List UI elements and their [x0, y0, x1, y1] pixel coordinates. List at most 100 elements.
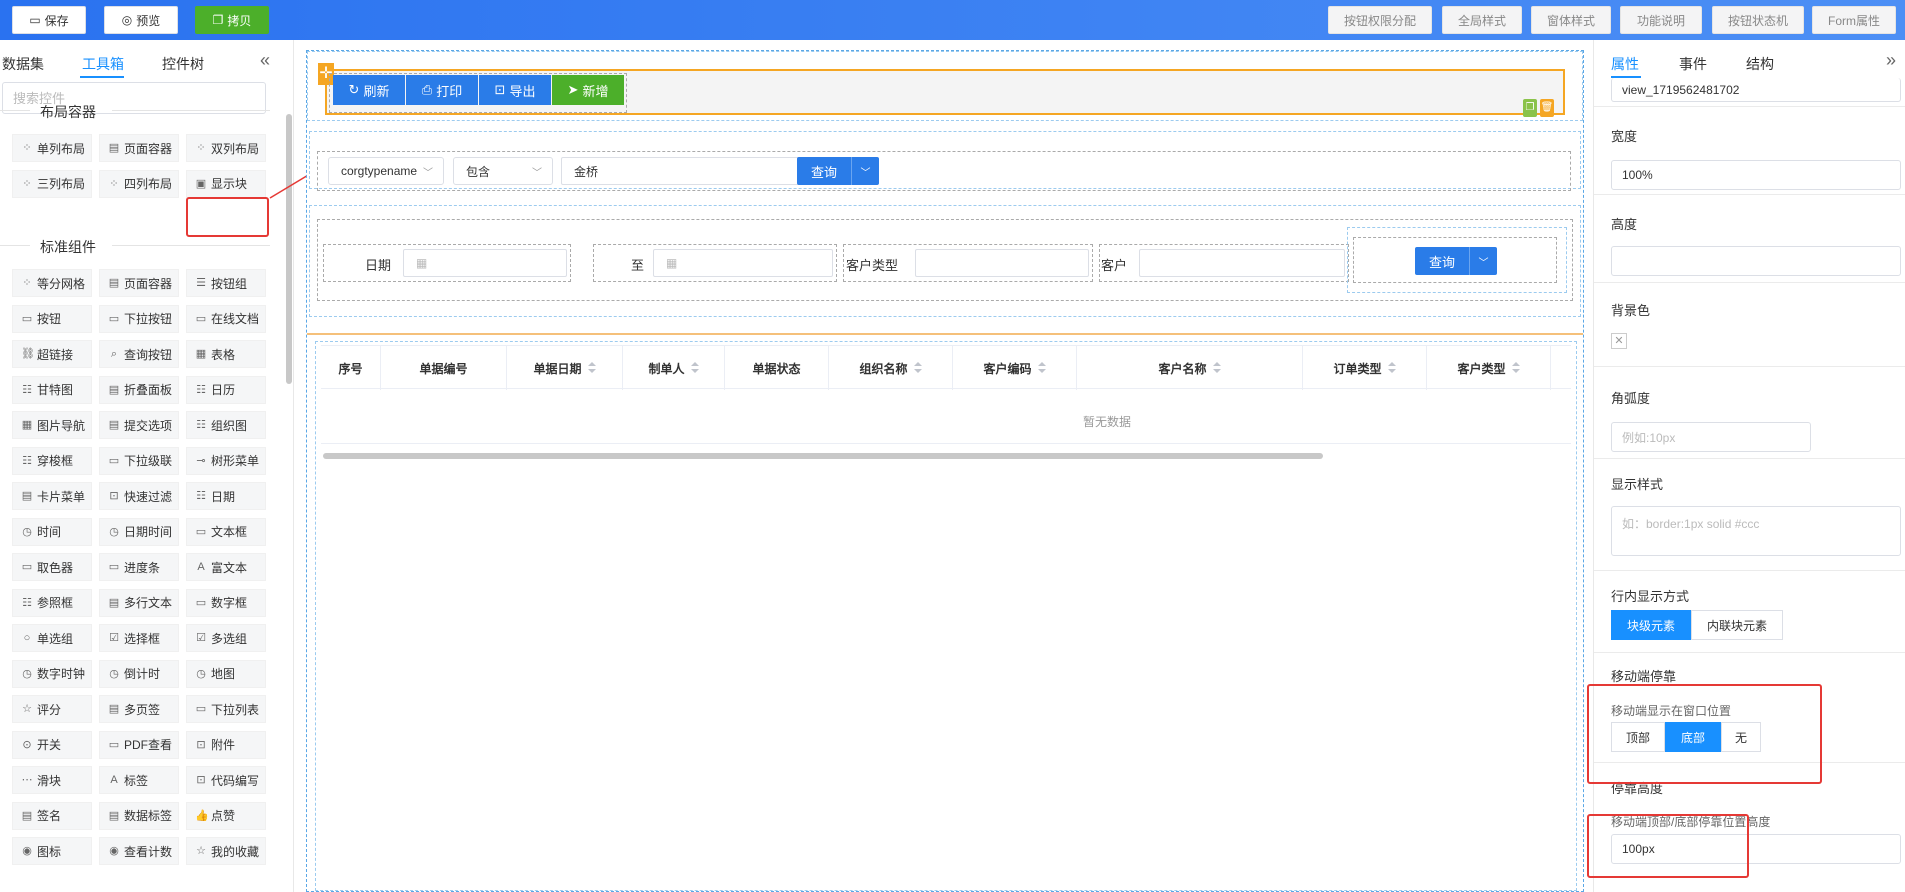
component-item[interactable]: ▣ 显示块: [186, 169, 266, 198]
component-item[interactable]: ▤ 折叠面板: [99, 375, 179, 404]
component-item[interactable]: A 富文本: [186, 553, 266, 581]
filter-operator-select[interactable]: 包含 ﹀: [453, 157, 553, 185]
component-item[interactable]: ⁘ 单列布局: [12, 134, 92, 162]
component-item[interactable]: ⊡ 代码编写: [186, 766, 266, 794]
component-item[interactable]: ◉ 图标: [12, 837, 92, 865]
preview-button[interactable]: ◎ 预览: [104, 6, 178, 34]
tab-control-tree[interactable]: 控件树: [162, 54, 204, 74]
sort-icon[interactable]: [1212, 362, 1221, 374]
window-style-button[interactable]: 窗体样式: [1531, 6, 1611, 34]
date-start-input[interactable]: ▦: [403, 249, 567, 277]
refresh-button[interactable]: ↻ 刷新: [333, 75, 405, 105]
component-item[interactable]: ▭ 数字框: [186, 588, 266, 617]
radius-input[interactable]: 例如:10px: [1611, 422, 1811, 452]
component-item[interactable]: ⋯ 滑块: [12, 766, 92, 794]
height-input[interactable]: [1611, 246, 1901, 276]
component-item[interactable]: ☷ 日历: [186, 375, 266, 404]
component-item[interactable]: ▤ 卡片菜单: [12, 482, 92, 510]
table-column-header[interactable]: 制单人: [623, 346, 725, 390]
tab-toolbox[interactable]: 工具箱: [82, 54, 124, 74]
tab-properties[interactable]: 属性: [1611, 54, 1639, 74]
component-item[interactable]: 👍 点赞: [186, 801, 266, 830]
component-item[interactable]: ⌕ 查询按钮: [99, 340, 179, 368]
table-column-header[interactable]: 客户编码: [953, 346, 1077, 390]
component-item[interactable]: ☷ 穿梭框: [12, 446, 92, 475]
table-column-header[interactable]: 单据编号: [381, 346, 507, 390]
export-button[interactable]: ⊡ 导出: [479, 75, 551, 105]
id-input[interactable]: view_1719562481702: [1611, 78, 1901, 102]
color-picker-icon[interactable]: ✕: [1611, 333, 1627, 349]
component-item[interactable]: ⁘ 等分网格: [12, 269, 92, 297]
component-item[interactable]: ☷ 日期: [186, 482, 266, 510]
filter-query-button[interactable]: 查询 ﹀: [797, 157, 879, 185]
component-item[interactable]: ▤ 页面容器: [99, 269, 179, 297]
component-item[interactable]: ▭ 取色器: [12, 553, 92, 581]
tab-structure[interactable]: 结构: [1746, 54, 1774, 74]
filter-value-input[interactable]: 金桥: [561, 157, 805, 185]
copy-block-icon[interactable]: ❐: [1523, 99, 1537, 117]
table-column-header[interactable]: 客户名称: [1077, 346, 1303, 390]
component-item[interactable]: ⊙ 开关: [12, 730, 92, 759]
component-item[interactable]: A 标签: [99, 766, 179, 794]
chevron-down-icon[interactable]: ﹀: [1469, 247, 1497, 275]
form-properties-button[interactable]: Form属性: [1812, 6, 1896, 34]
component-item[interactable]: ▭ 下拉列表: [186, 695, 266, 723]
component-item[interactable]: ☰ 按钮组: [186, 269, 266, 297]
component-item[interactable]: ⛓ 超链接: [12, 340, 92, 368]
component-item[interactable]: ○ 单选组: [12, 624, 92, 652]
component-item[interactable]: ⊸ 树形菜单: [186, 446, 266, 475]
display-style-textarea[interactable]: 如：border:1px solid #ccc: [1611, 506, 1901, 556]
component-item[interactable]: ◷ 倒计时: [99, 659, 179, 688]
component-item[interactable]: ▤ 多页签: [99, 695, 179, 723]
table-column-header[interactable]: 单据状态: [725, 346, 829, 390]
copy-button[interactable]: ❐ 拷贝: [195, 6, 269, 34]
inline-option-inline-block[interactable]: 内联块元素: [1691, 610, 1783, 640]
component-item[interactable]: ▤ 提交选项: [99, 411, 179, 439]
component-item[interactable]: ⁘ 双列布局: [186, 134, 266, 162]
component-item[interactable]: ⊡ 快速过滤: [99, 482, 179, 510]
component-item[interactable]: ☆ 评分: [12, 695, 92, 723]
component-item[interactable]: ◷ 日期时间: [99, 517, 179, 546]
table-column-header[interactable]: 单据日期: [507, 346, 623, 390]
component-item[interactable]: ▭ 下拉级联: [99, 446, 179, 475]
component-item[interactable]: ◷ 数字时钟: [12, 659, 92, 688]
collapse-left-icon[interactable]: «: [260, 50, 270, 71]
sort-icon[interactable]: [690, 362, 699, 374]
sort-icon[interactable]: [913, 362, 922, 374]
table-column-header[interactable]: 序号: [321, 346, 381, 390]
component-item[interactable]: ◉ 查看计数: [99, 837, 179, 865]
button-state-machine-button[interactable]: 按钮状态机: [1712, 6, 1804, 34]
component-item[interactable]: ▤ 多行文本: [99, 588, 179, 617]
collapse-right-icon[interactable]: »: [1886, 50, 1896, 71]
table-column-header[interactable]: 客户类型: [1427, 346, 1551, 390]
sort-icon[interactable]: [587, 362, 596, 374]
component-item[interactable]: ☑ 多选组: [186, 624, 266, 652]
sort-icon[interactable]: [1511, 362, 1520, 374]
width-input[interactable]: 100%: [1611, 160, 1901, 190]
add-button[interactable]: ➤ 新增: [552, 75, 624, 105]
sort-icon[interactable]: [1387, 362, 1396, 374]
table-column-header[interactable]: 组织名称: [829, 346, 953, 390]
table-column-header[interactable]: 订单类型: [1303, 346, 1427, 390]
form-query-button[interactable]: 查询 ﹀: [1415, 247, 1497, 275]
component-item[interactable]: ☑ 选择框: [99, 624, 179, 652]
global-style-button[interactable]: 全局样式: [1442, 6, 1522, 34]
inline-option-block[interactable]: 块级元素: [1611, 610, 1691, 640]
button-permission-button[interactable]: 按钮权限分配: [1328, 6, 1432, 34]
component-item[interactable]: ⁘ 三列布局: [12, 169, 92, 198]
component-item[interactable]: ◷ 时间: [12, 517, 92, 546]
print-button[interactable]: ⎙ 打印: [406, 75, 478, 105]
design-canvas[interactable]: ✛ ↻ 刷新 ⎙ 打印 ⊡ 导出 ➤ 新增 ❐ 🗑 corgtypename ﹀ 包含 ﹀ …: [306, 50, 1584, 892]
component-item[interactable]: ☷ 参照框: [12, 588, 92, 617]
component-item[interactable]: ☷ 组织图: [186, 411, 266, 439]
component-item[interactable]: ▤ 数据标签: [99, 801, 179, 830]
tab-dataset[interactable]: 数据集: [2, 54, 44, 74]
customer-type-input[interactable]: [915, 249, 1089, 277]
component-item[interactable]: ▭ 在线文档: [186, 304, 266, 333]
table-horizontal-scrollbar[interactable]: [323, 453, 1323, 459]
chevron-down-icon[interactable]: ﹀: [851, 157, 879, 185]
component-item[interactable]: ▭ 文本框: [186, 517, 266, 546]
component-item[interactable]: ▭ 进度条: [99, 553, 179, 581]
component-item[interactable]: ◷ 地图: [186, 659, 266, 688]
customer-input[interactable]: [1139, 249, 1345, 277]
